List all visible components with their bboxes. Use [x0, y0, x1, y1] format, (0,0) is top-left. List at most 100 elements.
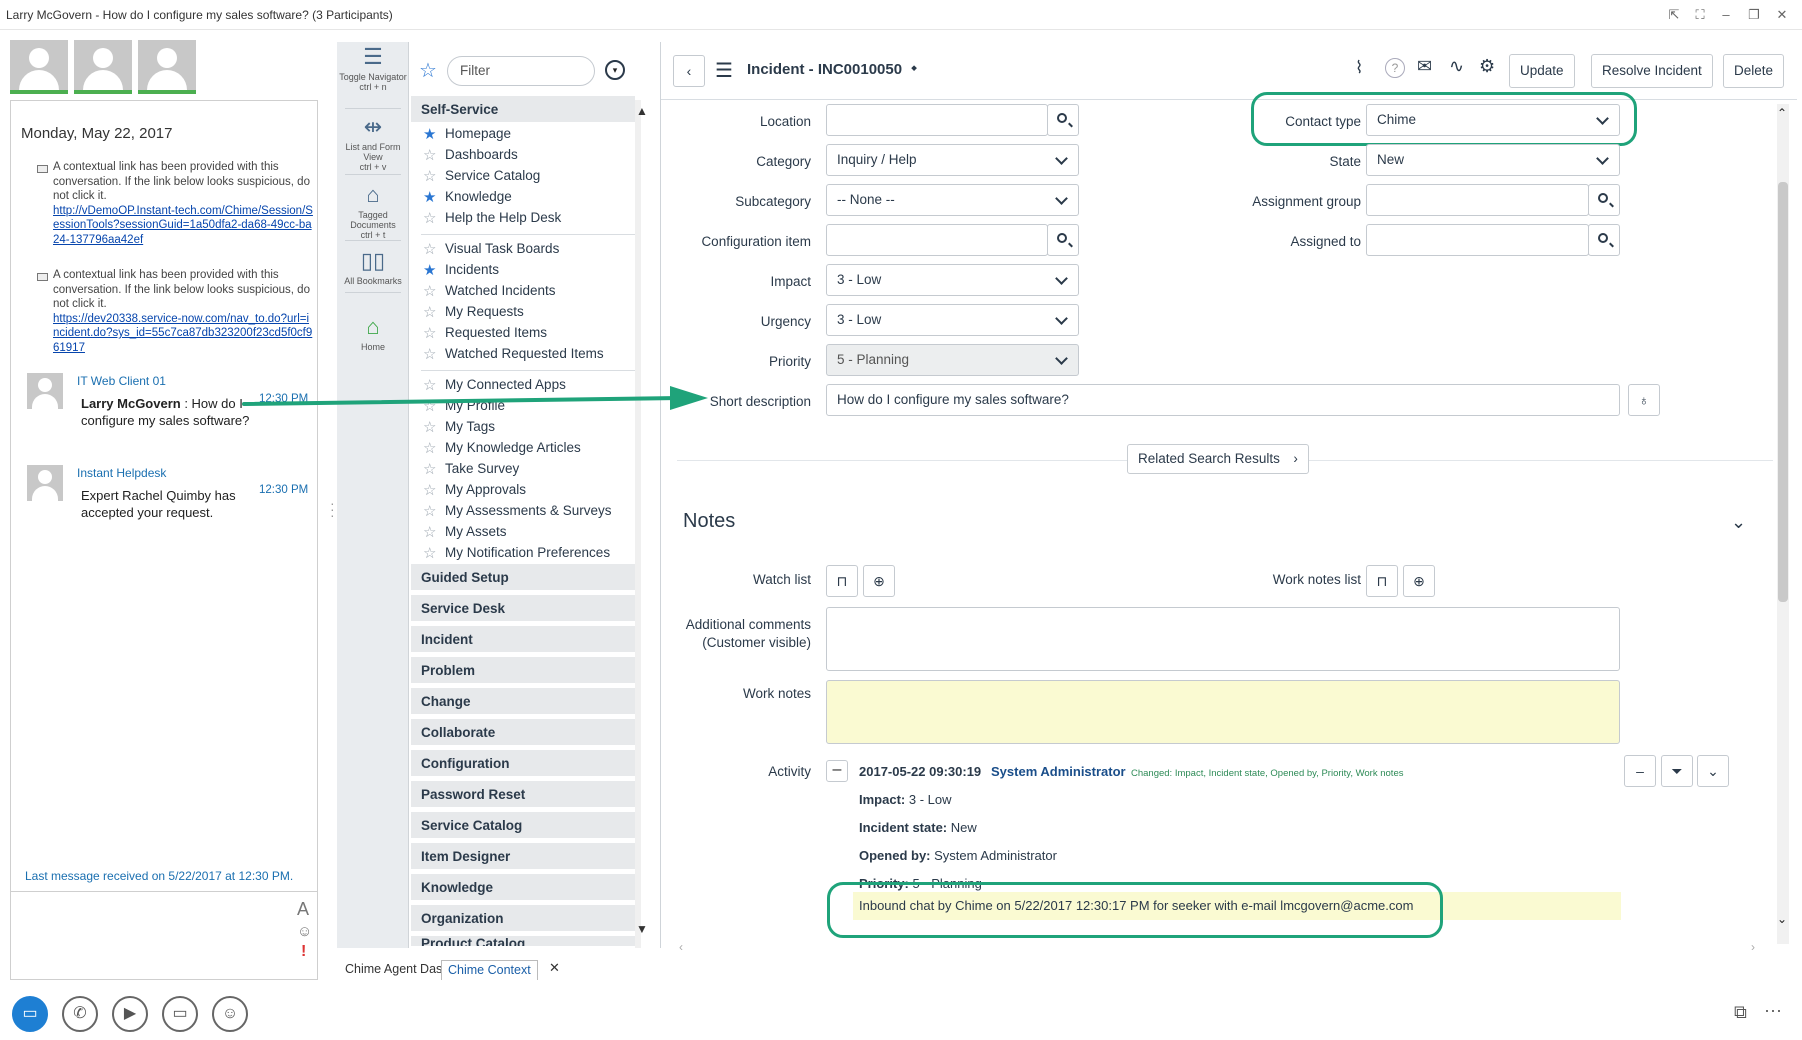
menu-item[interactable]: Help the Help Desk [445, 210, 561, 225]
phone-icon[interactable]: ✆ [62, 996, 98, 1032]
configuration-item-lookup-button[interactable] [1047, 224, 1079, 256]
important-icon[interactable]: ! [301, 943, 306, 961]
chat-input[interactable] [21, 899, 291, 969]
star-empty-icon[interactable]: ☆ [423, 284, 436, 299]
menu-section[interactable]: Change [411, 688, 635, 716]
menu-section[interactable]: Item Designer [411, 843, 635, 871]
scroll-left-icon[interactable]: ‹ [679, 940, 683, 954]
email-icon[interactable]: ✉ [1417, 56, 1432, 77]
participant-avatar[interactable] [10, 40, 68, 94]
collapse-activity-button[interactable]: – [826, 760, 848, 782]
list-form-view-button[interactable]: ⇹ List and Form View ctrl + v [337, 114, 409, 172]
menu-item[interactable]: My Requests [445, 304, 524, 319]
menu-section[interactable]: Configuration [411, 750, 635, 778]
favorites-star-icon[interactable]: ☆ [419, 58, 437, 83]
participant-avatar[interactable] [138, 40, 196, 94]
additional-comments-field[interactable] [826, 607, 1620, 671]
all-bookmarks-button[interactable]: ▯▯ All Bookmarks [337, 248, 409, 286]
location-lookup-button[interactable] [1047, 104, 1079, 136]
menu-section[interactable]: Service Desk [411, 595, 635, 623]
menu-section[interactable]: Guided Setup [411, 564, 635, 592]
menu-item[interactable]: My Notification Preferences [445, 545, 610, 560]
paperclip-icon[interactable]: ⌇ [1355, 58, 1363, 78]
star-empty-icon[interactable]: ☆ [423, 525, 436, 540]
settings-gear-icon[interactable]: ⚙ [1479, 56, 1495, 77]
video-icon[interactable]: ▶ [112, 996, 148, 1032]
assignment-group-field[interactable] [1366, 184, 1589, 216]
scroll-up-icon[interactable]: ▲ [636, 104, 648, 118]
assigned-to-field[interactable] [1366, 224, 1589, 256]
home-button[interactable]: ⌂ Home [337, 314, 409, 352]
filter-input[interactable]: Filter [447, 56, 595, 86]
urgency-select[interactable]: 3 - Low [826, 304, 1079, 336]
menu-section[interactable]: Service Catalog [411, 812, 635, 840]
menu-item[interactable]: Incidents [445, 262, 499, 277]
assigned-to-lookup-button[interactable] [1588, 224, 1620, 256]
menu-item[interactable]: Service Catalog [445, 168, 540, 183]
menu-item[interactable]: My Approvals [445, 482, 526, 497]
delete-button[interactable]: Delete [1723, 54, 1785, 88]
star-empty-icon[interactable]: ☆ [423, 326, 436, 341]
star-empty-icon[interactable]: ☆ [423, 305, 436, 320]
star-empty-icon[interactable]: ☆ [423, 242, 436, 257]
star-empty-icon[interactable]: ☆ [423, 462, 436, 477]
help-icon[interactable]: ? [1385, 58, 1405, 78]
menu-item[interactable]: Requested Items [445, 325, 547, 340]
star-empty-icon[interactable]: ☆ [423, 483, 436, 498]
star-empty-icon[interactable]: ☆ [423, 347, 436, 362]
font-icon[interactable]: A [297, 899, 309, 920]
tab-chime-agent-dashboard[interactable]: Chime Agent Das [345, 962, 442, 976]
splitter-grip[interactable]: · · · [330, 496, 335, 522]
participants-icon[interactable]: ☺ [212, 996, 248, 1032]
fullscreen-icon[interactable]: ⛶ [1690, 6, 1710, 24]
configuration-item-field[interactable] [826, 224, 1048, 256]
star-filled-icon[interactable]: ★ [423, 263, 436, 278]
scroll-up-icon[interactable]: ⌃ [1777, 106, 1787, 120]
hamburger-menu-icon[interactable]: ☰ [715, 58, 733, 83]
menu-item[interactable]: My Tags [445, 419, 495, 434]
star-empty-icon[interactable]: ☆ [423, 546, 436, 561]
activity-user[interactable]: System Administrator [991, 764, 1126, 779]
update-button[interactable]: Update [1509, 54, 1575, 88]
star-filled-icon[interactable]: ★ [423, 127, 436, 142]
short-description-field[interactable]: How do I configure my sales software? [826, 384, 1620, 416]
star-empty-icon[interactable]: ☆ [423, 504, 436, 519]
tab-chime-context[interactable]: Chime Context [441, 960, 538, 980]
collapse-chevron-icon[interactable]: ⌄ [1731, 512, 1746, 533]
scroll-down-icon[interactable]: ⌄ [1777, 912, 1787, 926]
menu-section[interactable]: Problem [411, 657, 635, 685]
impact-select[interactable]: 3 - Low [826, 264, 1079, 296]
history-clock-icon[interactable]: ▾ [605, 60, 625, 80]
back-button[interactable]: ‹ [673, 55, 705, 87]
screen-share-icon[interactable]: ▭ [162, 996, 198, 1032]
more-options-icon[interactable]: ··· [1764, 1000, 1782, 1021]
menu-item[interactable]: Visual Task Boards [445, 241, 559, 256]
star-empty-icon[interactable]: ☆ [423, 441, 436, 456]
work-notes-lock-button[interactable]: ⊓ [1366, 565, 1398, 597]
menu-item[interactable]: Homepage [445, 126, 511, 141]
emoji-icon[interactable]: ☺ [297, 923, 312, 940]
menu-item[interactable]: Knowledge [445, 189, 512, 204]
close-icon[interactable]: ✕ [1772, 6, 1792, 24]
minimize-icon[interactable]: – [1716, 6, 1736, 24]
restore-icon[interactable]: ❐ [1744, 6, 1764, 24]
activity-collapse-button[interactable]: – [1624, 755, 1656, 787]
work-notes-add-user-button[interactable]: ⊕ [1403, 565, 1435, 597]
assignment-group-lookup-button[interactable] [1588, 184, 1620, 216]
watch-list-lock-button[interactable]: ⊓ [826, 565, 858, 597]
work-notes-field[interactable] [826, 680, 1620, 744]
contextual-link[interactable]: https://dev20338.service-now.com/nav_to.… [53, 313, 312, 354]
menu-section[interactable]: Collaborate [411, 719, 635, 747]
lightbulb-icon[interactable]: ♁ [1628, 384, 1660, 416]
present-icon[interactable]: ⧉ [1734, 1002, 1747, 1023]
menu-item[interactable]: Dashboards [445, 147, 518, 162]
related-search-results-button[interactable]: Related Search Results › [1127, 444, 1309, 474]
menu-section[interactable]: Password Reset [411, 781, 635, 809]
contextual-link[interactable]: http://vDemoOP.Instant-tech.com/Chime/Se… [53, 205, 313, 246]
activity-pulse-icon[interactable]: ∿ [1449, 56, 1464, 77]
menu-item[interactable]: My Knowledge Articles [445, 440, 581, 455]
participant-avatar[interactable] [74, 40, 132, 94]
menu-item[interactable]: My Assets [445, 524, 507, 539]
popout-icon[interactable]: ⇱ [1664, 6, 1684, 24]
close-tab-icon[interactable]: ✕ [549, 960, 560, 976]
